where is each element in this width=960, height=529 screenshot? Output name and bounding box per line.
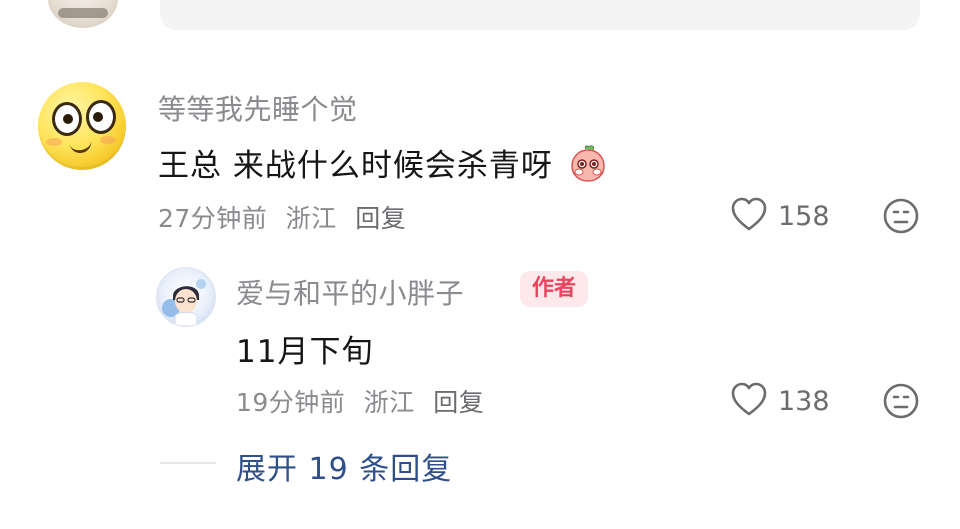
author-avatar[interactable] <box>156 267 216 327</box>
reply-location: 浙江 <box>363 388 415 417</box>
reply-text: 11月下旬 <box>236 334 374 370</box>
avatar-eye-left <box>52 102 82 136</box>
commenter-username[interactable]: 等等我先睡个觉 <box>158 88 358 128</box>
comment-time: 27分钟前 <box>158 204 268 233</box>
neutral-face-icon <box>882 198 920 239</box>
neutral-face-icon <box>882 383 920 424</box>
reply-time: 19分钟前 <box>236 388 346 417</box>
author-badge: 作者 <box>520 271 589 307</box>
comment-meta: 27分钟前 浙江 回复 <box>158 199 416 235</box>
reply-dislike-button[interactable] <box>882 382 920 424</box>
previous-avatar <box>48 0 118 28</box>
heart-outline-icon <box>730 196 768 236</box>
comment-dislike-button[interactable] <box>882 197 920 239</box>
reply-like-count: 138 <box>778 385 830 417</box>
previous-reply-box <box>160 0 920 30</box>
heart-outline-icon <box>730 381 768 421</box>
comment-text-body: 王总 来战什么时候会杀青呀 <box>158 148 553 184</box>
comment-location: 浙江 <box>285 204 337 233</box>
shy-peach-sticker-icon <box>568 144 608 184</box>
comment-like-count: 158 <box>778 200 830 232</box>
comment-text: 王总 来战什么时候会杀青呀 <box>158 140 608 185</box>
avatar-eye-right <box>86 100 116 134</box>
commenter-avatar[interactable] <box>38 82 126 170</box>
comment-like-button[interactable]: 158 <box>730 196 830 236</box>
expand-divider <box>160 462 216 464</box>
reply-meta: 19分钟前 浙江 回复 <box>236 383 494 419</box>
comment-reply-button[interactable]: 回复 <box>355 204 406 233</box>
expand-replies-button[interactable]: 展开 19 条回复 <box>236 444 452 488</box>
reply-reply-button[interactable]: 回复 <box>433 388 484 417</box>
avatar-mouth <box>69 138 93 155</box>
author-username[interactable]: 爱与和平的小胖子 <box>236 272 464 312</box>
reply-like-button[interactable]: 138 <box>730 381 830 421</box>
